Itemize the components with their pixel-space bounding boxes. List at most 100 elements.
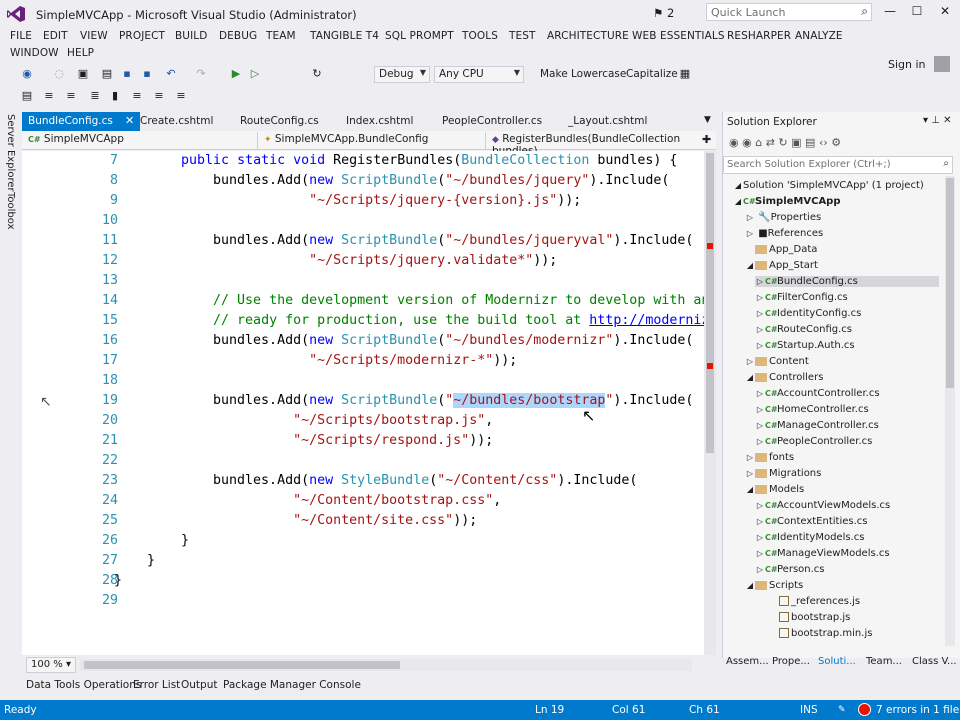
menu-resharper[interactable]: RESHARPER xyxy=(727,30,791,42)
notifications-icon[interactable]: ⚑ 2 xyxy=(653,6,674,20)
tree-item-manageviewmodels[interactable]: ▷ C#ManageViewModels.cs xyxy=(755,548,890,559)
tree-item-properties[interactable]: ▷ 🔧Properties xyxy=(745,212,821,223)
back-icon[interactable]: ◉ xyxy=(729,136,739,149)
tree-item-app-data[interactable]: App_Data xyxy=(755,244,817,255)
home-icon[interactable]: ⌂ xyxy=(755,136,762,149)
menu-sql-prompt[interactable]: SQL PROMPT xyxy=(385,30,454,42)
indent-icon[interactable]: ≡ xyxy=(42,89,56,103)
menu-window[interactable]: WINDOW xyxy=(10,47,59,59)
save-icon[interactable]: ▪ xyxy=(120,67,134,81)
tab-routeconfig[interactable]: RouteConfig.cs xyxy=(234,112,325,131)
close-tab-icon[interactable]: ✕ xyxy=(125,114,134,127)
menu-architecture[interactable]: ARCHITECTURE xyxy=(547,30,629,42)
menu-file[interactable]: FILE xyxy=(10,30,32,42)
platform-dropdown[interactable]: Any CPU ▼ xyxy=(434,66,524,83)
solution-configuration-dropdown[interactable]: Debug ▼ xyxy=(374,66,430,83)
show-all-icon[interactable]: ▤ xyxy=(805,136,815,149)
refactor-hint-icon[interactable]: ↖ xyxy=(40,394,52,410)
tab-overflow-icon[interactable]: ▼ xyxy=(704,115,711,125)
tab-bundleconfig[interactable]: BundleConfig.cs xyxy=(22,112,140,131)
tree-item-identityconfig[interactable]: ▷ C#IdentityConfig.cs xyxy=(755,308,861,319)
tree-item-project[interactable]: ◢ C#SimpleMVCApp xyxy=(733,196,841,207)
tree-item-identitymodels[interactable]: ▷ C#IdentityModels.cs xyxy=(755,532,865,543)
menu-web-essentials[interactable]: WEB ESSENTIALS xyxy=(632,30,725,42)
tab-assembly-explorer[interactable]: Assem... xyxy=(726,656,769,667)
tree-item-models[interactable]: ◢ Models xyxy=(745,484,804,495)
refresh-icon[interactable]: ↻ xyxy=(310,67,324,81)
menu-team[interactable]: TEAM xyxy=(266,30,296,42)
tree-item-references[interactable]: ▷ ■References xyxy=(745,228,823,239)
tree-item-bundleconfig[interactable]: ▷ C#BundleConfig.cs xyxy=(755,276,939,287)
close-button[interactable]: ✕ xyxy=(935,4,955,22)
status-errors[interactable]: 7 errors in 1 file xyxy=(876,704,959,716)
menu-analyze[interactable]: ANALYZE xyxy=(795,30,843,42)
make-lowercase-button[interactable]: Make Lowercase xyxy=(540,68,626,80)
menu-test[interactable]: TEST xyxy=(509,30,536,42)
editor-horizontal-scrollbar[interactable] xyxy=(80,659,692,671)
tree-item-accountcontroller[interactable]: ▷ C#AccountController.cs xyxy=(755,388,880,399)
tab-solution-explorer[interactable]: Soluti... xyxy=(818,656,856,667)
tree-item-solution[interactable]: ◢ Solution 'SimpleMVCApp' (1 project) xyxy=(733,180,924,191)
tab-class-view[interactable]: Class V... xyxy=(912,656,957,667)
toolbar-options-icon[interactable]: ▦ xyxy=(678,67,692,81)
menu-debug[interactable]: DEBUG xyxy=(219,30,257,42)
code-editor[interactable]: 7 8 9 10 11 12 13 14 15 16 17 18 19 20 2… xyxy=(22,151,704,655)
pin-icon[interactable]: ▾ ⊥ ✕ xyxy=(923,115,951,126)
start-debug-icon[interactable]: ▶ xyxy=(229,67,243,81)
project-dropdown[interactable]: C# SimpleMVCApp xyxy=(24,132,258,149)
error-marker[interactable] xyxy=(707,363,713,369)
scrollbar-thumb[interactable] xyxy=(946,178,954,388)
tab-properties[interactable]: Prope... xyxy=(772,656,810,667)
code-icon[interactable]: ‹› xyxy=(819,136,828,149)
minimize-button[interactable]: — xyxy=(880,4,900,22)
solution-search-input[interactable]: Search Solution Explorer (Ctrl+;) ⌕ xyxy=(723,156,953,174)
tab-output[interactable]: Output xyxy=(181,679,217,691)
capitalize-button[interactable]: Capitalize xyxy=(626,68,678,80)
tab-data-tools-operations[interactable]: Data Tools Operations xyxy=(26,679,141,691)
quick-launch-input[interactable]: Quick Launch ⌕ xyxy=(706,3,872,21)
scrollbar-thumb[interactable] xyxy=(84,661,400,669)
tree-item-references-js[interactable]: _references.js xyxy=(779,596,860,607)
outdent-icon[interactable]: ≡ xyxy=(64,89,78,103)
tree-item-bootstrap-min-js[interactable]: bootstrap.min.js xyxy=(779,628,872,639)
tree-item-peoplecontroller[interactable]: ▷ C#PeopleController.cs xyxy=(755,436,872,447)
undo-icon[interactable]: ↶ xyxy=(164,67,178,81)
scrollbar-thumb[interactable] xyxy=(706,153,714,453)
tree-item-person[interactable]: ▷ C#Person.cs xyxy=(755,564,825,575)
new-project-icon[interactable]: ▣ xyxy=(76,67,90,81)
next-bookmark-icon[interactable]: ≡ xyxy=(152,89,166,103)
tree-item-scripts[interactable]: ◢ Scripts xyxy=(745,580,803,591)
menu-tangible-t4[interactable]: TANGIBLE T4 xyxy=(310,30,379,42)
collapse-icon[interactable]: ▣ xyxy=(791,136,801,149)
zoom-dropdown[interactable]: 100 % ▾ xyxy=(26,657,76,673)
bookmark-icon[interactable]: ▮ xyxy=(108,89,122,103)
menu-tools[interactable]: TOOLS xyxy=(462,30,498,42)
tab-index[interactable]: Index.cshtml xyxy=(340,112,419,131)
error-icon[interactable] xyxy=(858,703,871,716)
start-without-debug-icon[interactable]: ▷ xyxy=(248,67,262,81)
refresh-icon[interactable]: ↻ xyxy=(778,136,787,149)
menu-view[interactable]: VIEW xyxy=(80,30,108,42)
forward-icon[interactable]: ◌ xyxy=(52,67,66,81)
tree-item-content[interactable]: ▷ Content xyxy=(745,356,809,367)
tree-item-startup-auth[interactable]: ▷ C#Startup.Auth.cs xyxy=(755,340,855,351)
server-explorer-tab[interactable]: Server Explorer xyxy=(5,114,16,192)
tab-peoplecontroller[interactable]: PeopleController.cs xyxy=(436,112,548,131)
tree-item-homecontroller[interactable]: ▷ C#HomeController.cs xyxy=(755,404,869,415)
error-marker[interactable] xyxy=(707,243,713,249)
tree-item-bootstrap-js[interactable]: bootstrap.js xyxy=(779,612,850,623)
redo-icon[interactable]: ↷ xyxy=(194,67,208,81)
tree-item-controllers[interactable]: ◢ Controllers xyxy=(745,372,823,383)
prev-bookmark-icon[interactable]: ≡ xyxy=(130,89,144,103)
tree-item-filterconfig[interactable]: ▷ C#FilterConfig.cs xyxy=(755,292,848,303)
tab-team-explorer[interactable]: Team... xyxy=(866,656,902,667)
forward-icon[interactable]: ◉ xyxy=(742,136,752,149)
comment-icon[interactable]: ≣ xyxy=(88,89,102,103)
open-file-icon[interactable]: ▤ xyxy=(100,67,114,81)
menu-edit[interactable]: EDIT xyxy=(43,30,68,42)
editor-vertical-scrollbar[interactable] xyxy=(704,151,716,655)
maximize-button[interactable]: ☐ xyxy=(907,4,927,22)
save-all-icon[interactable]: ▪ xyxy=(140,67,154,81)
tree-item-migrations[interactable]: ▷ Migrations xyxy=(745,468,821,479)
menu-help[interactable]: HELP xyxy=(67,47,94,59)
